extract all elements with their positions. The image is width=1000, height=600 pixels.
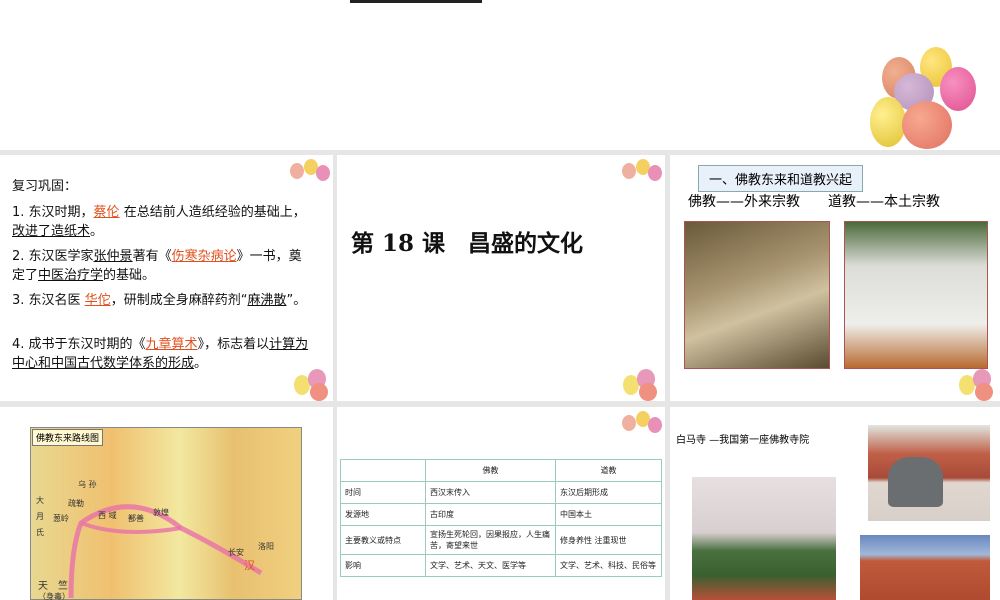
- religions-subtitle: 佛教——外来宗教 道教——本土宗教: [688, 194, 940, 210]
- table-row: 主要教义或特点 宣扬生死轮回，因果报应，人生痛苦，寄望来世 修身养性 注重现世: [340, 525, 662, 555]
- eggs-decoration: [612, 407, 662, 442]
- temple-caption: 白马寺 —我国第一座佛教寺院: [676, 435, 810, 446]
- comparison-table: 佛教 道教 时间 西汉末传入 东汉后期形成 发源地 古印度 中国本土 主要教义或特点 宣扬生…: [340, 459, 662, 577]
- map-label: 葱岭: [53, 514, 69, 523]
- lesson-title: 第 18 课 昌盛的文化: [351, 230, 584, 257]
- map-label: 洛阳: [258, 542, 274, 551]
- header-cell: 道教: [555, 459, 662, 482]
- slide-thumbnail-map[interactable]: 佛教东来路线图 大 月 氏 疏勒 葱岭 西 域 鄯善 敦煌 长安 洛阳 汉 天 …: [0, 407, 333, 600]
- table-cell: 古印度: [425, 503, 556, 526]
- table-cell: 时间: [340, 481, 426, 504]
- slide-thumbnail-review[interactable]: 复习巩固： 1. 东汉时期，蔡伦 在总结前人造纸经验的基础上，改进了造纸术。 2…: [0, 155, 333, 401]
- slide-thumbnail-religions[interactable]: 一、佛教东来和道教兴起 佛教——外来宗教 道教——本土宗教: [670, 155, 1000, 401]
- map-label: 西 域: [98, 511, 117, 520]
- eggs-decoration: [619, 365, 662, 401]
- map-label: 天 竺: [38, 581, 68, 592]
- table-cell: 修身养性 注重现世: [555, 525, 662, 555]
- buddha-statue-image: [684, 221, 830, 369]
- map-label: 敦煌: [153, 508, 169, 517]
- laozi-statue-image: [844, 221, 988, 369]
- question-1: 1. 东汉时期，蔡伦 在总结前人造纸经验的基础上，改进了造纸术。: [12, 205, 306, 239]
- table-row: 影响 文学、艺术、天文、医学等 文学、艺术、科技、民俗等: [340, 554, 662, 577]
- question-2: 2. 东汉医学家张仲景著有《伤寒杂病论》一书，奠定了中医治疗学的基础。: [12, 249, 302, 283]
- table-cell: 影响: [340, 554, 426, 577]
- map-label: 月: [36, 512, 44, 521]
- question-4: 4. 成书于东汉时期的《九章算术》，标志着以计算为中心和中国古代数学体系的形成。: [12, 337, 309, 371]
- slide-thumbnail-title[interactable]: 第 18 课 昌盛的文化: [337, 155, 665, 401]
- slide-thumbnail-white-horse-temple[interactable]: 白马寺 —我国第一座佛教寺院: [670, 407, 1000, 600]
- table-cell: 东汉后期形成: [555, 481, 662, 504]
- table-cell: 文学、艺术、天文、医学等: [425, 554, 556, 577]
- slide-preview-top[interactable]: [0, 0, 1000, 150]
- map-label: 长安: [228, 548, 244, 557]
- map-label: 鄯善: [128, 514, 144, 523]
- table-row: 时间 西汉末传入 东汉后期形成: [340, 481, 662, 504]
- map-label: 汉: [244, 559, 255, 572]
- map-label: 大: [36, 496, 44, 505]
- header-cell: [340, 459, 426, 482]
- dark-bar: [350, 0, 482, 3]
- table-row: 发源地 古印度 中国本土: [340, 503, 662, 526]
- table-header-row: 佛教 道教: [340, 459, 662, 482]
- review-heading: 复习巩固：: [12, 179, 78, 194]
- table-cell: 中国本土: [555, 503, 662, 526]
- temple-gate-image: [860, 535, 990, 600]
- table-cell: 宣扬生死轮回，因果报应，人生痛苦，寄望来世: [425, 525, 556, 555]
- temple-overview-image: [692, 477, 836, 600]
- section-heading: 一、佛教东来和道教兴起: [698, 165, 864, 192]
- table-cell: 西汉末传入: [425, 481, 556, 504]
- horse-statue-image: [868, 425, 990, 521]
- eggs-decoration: [870, 45, 1000, 150]
- map-title: 佛教东来路线图: [32, 429, 104, 446]
- map-label: （身毒）: [38, 592, 70, 600]
- map-label: 疏勒: [68, 499, 84, 508]
- question-3: 3. 东汉名医 华佗，研制成全身麻醉药剂“麻沸散”。: [12, 293, 307, 308]
- slide-thumbnail-table[interactable]: 佛教 道教 时间 西汉末传入 东汉后期形成 发源地 古印度 中国本土 主要教义或特点 宣扬生…: [337, 407, 665, 600]
- table-cell: 文学、艺术、科技、民俗等: [555, 554, 662, 577]
- header-cell: 佛教: [425, 459, 556, 482]
- eggs-decoration: [290, 365, 333, 401]
- eggs-decoration: [612, 155, 662, 190]
- map-label: 氏: [36, 528, 44, 537]
- map-label: 乌 孙: [78, 480, 97, 489]
- eggs-decoration: [955, 365, 1000, 401]
- table-cell: 主要教义或特点: [340, 525, 426, 555]
- table-cell: 发源地: [340, 503, 426, 526]
